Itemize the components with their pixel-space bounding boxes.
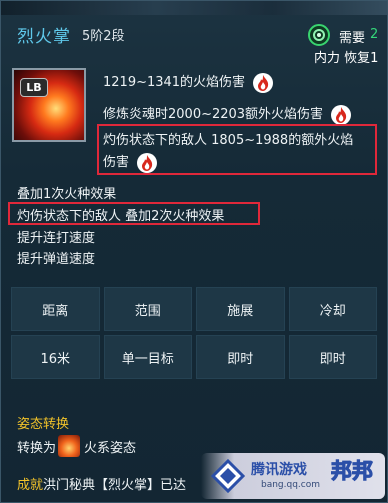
top-border-strip [1, 1, 388, 15]
site-watermark: 腾讯游戏 邦邦 bang.qq.com [201, 453, 385, 499]
skill-rank: 5阶2段 [82, 29, 125, 44]
skill-stats-grid: 距离 范围 施展 冷却 16米 单一目标 即时 即时 [11, 287, 377, 379]
stat-header-cooldown: 冷却 [288, 287, 377, 331]
need-label: 需要 [339, 31, 366, 46]
skill-tooltip-panel: 烈火掌 5阶2段 需要 2 内力 恢复1 LB 1219~1341的火焰伤害 修… [0, 0, 388, 503]
stat-header-range: 距离 [11, 287, 100, 331]
fire-damage-icon [137, 152, 158, 173]
effect-line-3b: 伤害 [103, 151, 158, 173]
fire-stance-icon [58, 435, 81, 457]
watermark-brand: 腾讯游戏 [251, 462, 307, 478]
green-swirl-icon [308, 24, 330, 46]
stance-prefix: 转换为 [17, 440, 57, 456]
need-value: 2 [370, 27, 379, 42]
stat-header-cast: 施展 [196, 287, 285, 331]
watermark-logo-icon [211, 459, 245, 493]
stat-value-cooldown: 即时 [288, 335, 377, 379]
stance-section-title: 姿态转换 [17, 417, 70, 432]
stance-target: 火系姿态 [84, 440, 137, 456]
effect-text: 1219~1341的火焰伤害 [103, 75, 246, 90]
fire-damage-icon [331, 104, 352, 125]
achievement-prefix: 成就 [17, 478, 44, 493]
resource-cost-label: 内力 恢复1 [314, 51, 379, 66]
effect-line-5: 灼伤状态下的敌人 叠加2次火种效果 [17, 209, 225, 224]
effect-line-7: 提升弹道速度 [17, 252, 96, 267]
keybind-badge: LB [20, 78, 48, 97]
achievement-line: 成就洪门秘典【烈火掌】已达 [17, 474, 186, 493]
effect-line-3a: 灼伤状态下的敌人 1805~1988的额外火焰 [103, 133, 354, 148]
watermark-brand2: 邦邦 [331, 459, 374, 484]
effect-line-6: 提升连打速度 [17, 231, 96, 246]
stat-value-range: 16米 [11, 335, 100, 379]
stat-value-area: 单一目标 [103, 335, 192, 379]
watermark-url: bang.qq.com [261, 480, 321, 490]
skill-title: 烈火掌 [17, 27, 71, 47]
effect-line-4: 叠加1次火种效果 [17, 187, 117, 202]
stance-convert-line: 转换为 火系姿态 [17, 435, 136, 457]
effect-line-2: 修炼炎魂时2000~2203额外火焰伤害 [103, 103, 352, 125]
achievement-text: 洪门秘典【烈火掌】已达 [43, 478, 187, 493]
effect-text: 修炼炎魂时2000~2203额外火焰伤害 [103, 107, 324, 122]
effect-text: 伤害 [103, 155, 130, 170]
fire-damage-icon [253, 72, 274, 93]
stat-value-cast: 即时 [196, 335, 285, 379]
fire-palm-skill-icon: LB [12, 68, 86, 142]
stat-header-area: 范围 [103, 287, 192, 331]
effect-line-1: 1219~1341的火焰伤害 [103, 71, 274, 93]
